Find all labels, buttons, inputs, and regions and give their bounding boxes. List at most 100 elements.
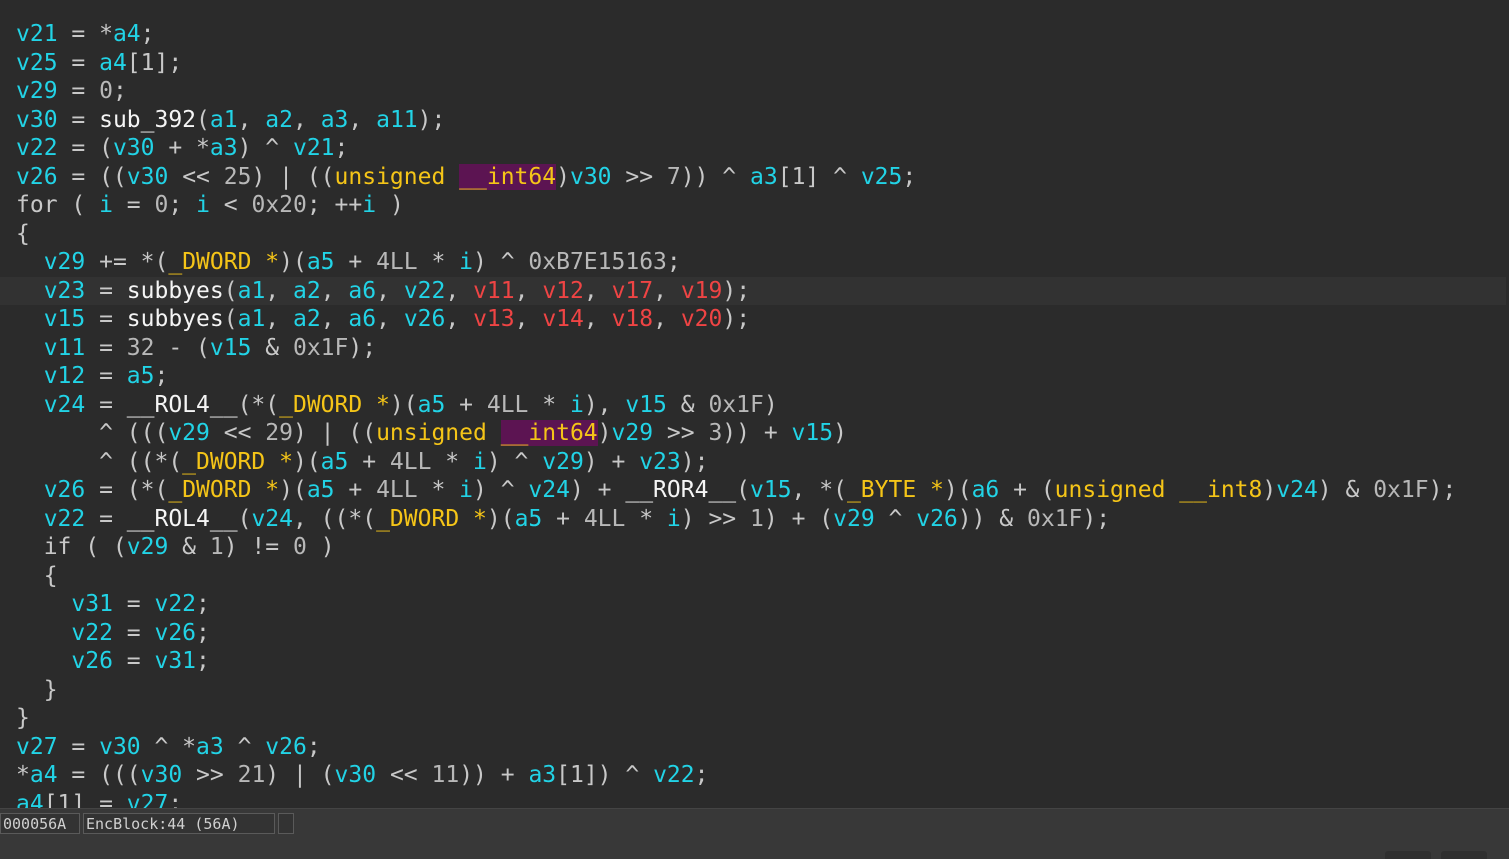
code-variable[interactable]: a4 xyxy=(113,21,141,47)
code-variable[interactable]: a3 xyxy=(196,734,224,760)
code-variable[interactable]: i xyxy=(196,192,210,218)
code-type-keyword[interactable]: unsigned xyxy=(335,164,446,190)
code-line[interactable]: v12 = a5; xyxy=(16,362,1506,391)
code-variable[interactable]: v23 xyxy=(639,449,681,475)
code-variable[interactable]: v31 xyxy=(71,591,113,617)
code-variable[interactable]: v25 xyxy=(861,164,903,190)
code-type-keyword[interactable]: _BYTE * xyxy=(847,477,944,503)
code-line[interactable]: ^ (((v29 << 29) | ((unsigned __int64)v29… xyxy=(16,419,1506,448)
code-variable[interactable]: v15 xyxy=(792,420,834,446)
code-line[interactable]: v25 = a4[1]; xyxy=(16,49,1506,78)
code-line[interactable]: v15 = subbyes(a1, a2, a6, v26, v13, v14,… xyxy=(16,305,1506,334)
code-function-name[interactable]: __ROR4__ xyxy=(625,477,736,503)
code-variable[interactable]: v26 xyxy=(265,734,307,760)
code-variable[interactable]: v11 xyxy=(44,335,86,361)
code-variable[interactable]: v29 xyxy=(612,420,654,446)
code-type-keyword[interactable]: _DWORD * xyxy=(182,449,293,475)
code-function-name[interactable]: subbyes xyxy=(127,306,224,332)
code-variable[interactable]: v22 xyxy=(653,762,695,788)
code-function-name[interactable]: __ROL4__ xyxy=(127,392,238,418)
code-variable[interactable]: v24 xyxy=(528,477,570,503)
code-line[interactable]: v22 = (v30 + *a3) ^ v21; xyxy=(16,134,1506,163)
code-line[interactable]: v22 = __ROL4__(v24, ((*(_DWORD *)(a5 + 4… xyxy=(16,505,1506,534)
code-variable[interactable]: i xyxy=(570,392,584,418)
code-type-keyword[interactable]: _DWORD * xyxy=(376,506,487,532)
code-variable[interactable]: v31 xyxy=(154,648,196,674)
code-variable[interactable]: v26 xyxy=(916,506,958,532)
code-line[interactable]: v11 = 32 - (v15 & 0x1F); xyxy=(16,334,1506,363)
code-variable[interactable]: a5 xyxy=(307,249,335,275)
code-function-name[interactable]: subbyes xyxy=(127,278,224,304)
code-register-arg[interactable]: v19 xyxy=(681,278,723,304)
code-variable[interactable]: v29 xyxy=(542,449,584,475)
code-variable[interactable]: a6 xyxy=(972,477,1000,503)
code-line[interactable]: v26 = v31; xyxy=(16,647,1506,676)
code-variable[interactable]: a5 xyxy=(418,392,446,418)
code-variable[interactable]: v30 xyxy=(570,164,612,190)
status-extra-field[interactable] xyxy=(278,813,294,834)
code-variable[interactable]: a3 xyxy=(528,762,556,788)
code-variable[interactable]: a4 xyxy=(16,791,44,809)
status-address-field[interactable]: 000056A xyxy=(0,813,80,834)
code-variable[interactable]: a3 xyxy=(210,135,238,161)
code-line[interactable]: v23 = subbyes(a1, a2, a6, v22, v11, v12,… xyxy=(0,276,1506,305)
code-variable[interactable]: v26 xyxy=(154,620,196,646)
code-variable[interactable]: v29 xyxy=(16,78,58,104)
code-register-arg[interactable]: v11 xyxy=(473,278,515,304)
code-variable[interactable]: i xyxy=(99,192,113,218)
code-line[interactable]: { xyxy=(16,562,1506,591)
code-variable[interactable]: v30 xyxy=(99,734,141,760)
code-variable[interactable]: v24 xyxy=(44,392,86,418)
code-variable[interactable]: v29 xyxy=(168,420,210,446)
code-variable[interactable]: v22 xyxy=(71,620,113,646)
code-type-keyword[interactable]: _DWORD * xyxy=(168,477,279,503)
code-variable[interactable]: a5 xyxy=(321,449,349,475)
code-line[interactable]: } xyxy=(16,676,1506,705)
code-variable[interactable]: v27 xyxy=(127,791,169,809)
code-variable[interactable]: v15 xyxy=(625,392,667,418)
code-variable[interactable]: a1 xyxy=(238,306,266,332)
code-highlighted-token[interactable]: __int64 xyxy=(500,420,598,446)
code-variable[interactable]: v26 xyxy=(71,648,113,674)
code-variable[interactable]: v15 xyxy=(44,306,86,332)
code-variable[interactable]: v30 xyxy=(16,107,58,133)
status-function-location[interactable]: EncBlock:44 (56A) xyxy=(83,813,275,834)
code-variable[interactable]: v29 xyxy=(127,534,169,560)
code-line[interactable]: { xyxy=(16,220,1506,249)
code-variable[interactable]: v22 xyxy=(44,506,86,532)
code-variable[interactable]: v30 xyxy=(141,762,183,788)
code-variable[interactable]: v26 xyxy=(404,306,446,332)
code-type-keyword[interactable]: _DWORD * xyxy=(168,249,279,275)
code-highlighted-token[interactable]: __int64 xyxy=(459,163,557,190)
code-variable[interactable]: a4 xyxy=(30,762,58,788)
code-line[interactable]: ^ ((*(_DWORD *)(a5 + 4LL * i) ^ v29) + v… xyxy=(16,448,1506,477)
code-line[interactable]: v26 = (*(_DWORD *)(a5 + 4LL * i) ^ v24) … xyxy=(16,476,1506,505)
code-line[interactable]: v27 = v30 ^ *a3 ^ v26; xyxy=(16,733,1506,762)
code-variable[interactable]: a5 xyxy=(307,477,335,503)
code-variable[interactable]: v22 xyxy=(404,278,446,304)
code-variable[interactable]: a3 xyxy=(321,107,349,133)
code-line[interactable]: v26 = ((v30 << 25) | ((unsigned __int64)… xyxy=(16,163,1506,192)
code-variable[interactable]: i xyxy=(473,449,487,475)
code-variable[interactable]: v21 xyxy=(16,21,58,47)
code-variable[interactable]: a6 xyxy=(348,278,376,304)
code-line[interactable]: v29 += *(_DWORD *)(a5 + 4LL * i) ^ 0xB7E… xyxy=(16,248,1506,277)
code-line[interactable]: v29 = 0; xyxy=(16,77,1506,106)
code-variable[interactable]: v22 xyxy=(16,135,58,161)
code-variable[interactable]: v26 xyxy=(44,477,86,503)
code-variable[interactable]: i xyxy=(459,249,473,275)
code-register-arg[interactable]: v17 xyxy=(612,278,654,304)
code-variable[interactable]: a1 xyxy=(210,107,238,133)
code-variable[interactable]: v27 xyxy=(16,734,58,760)
code-function-name[interactable]: sub_392 xyxy=(99,107,196,133)
code-line[interactable]: v22 = v26; xyxy=(16,619,1506,648)
code-type-keyword[interactable]: _DWORD * xyxy=(279,392,390,418)
code-type-keyword[interactable]: unsigned xyxy=(376,420,487,446)
code-register-arg[interactable]: v12 xyxy=(542,278,584,304)
code-variable[interactable]: v25 xyxy=(16,50,58,76)
code-variable[interactable]: a5 xyxy=(127,363,155,389)
code-variable[interactable]: v26 xyxy=(16,164,58,190)
code-variable[interactable]: v23 xyxy=(44,278,86,304)
code-register-arg[interactable]: v14 xyxy=(542,306,584,332)
code-variable[interactable]: v15 xyxy=(750,477,792,503)
